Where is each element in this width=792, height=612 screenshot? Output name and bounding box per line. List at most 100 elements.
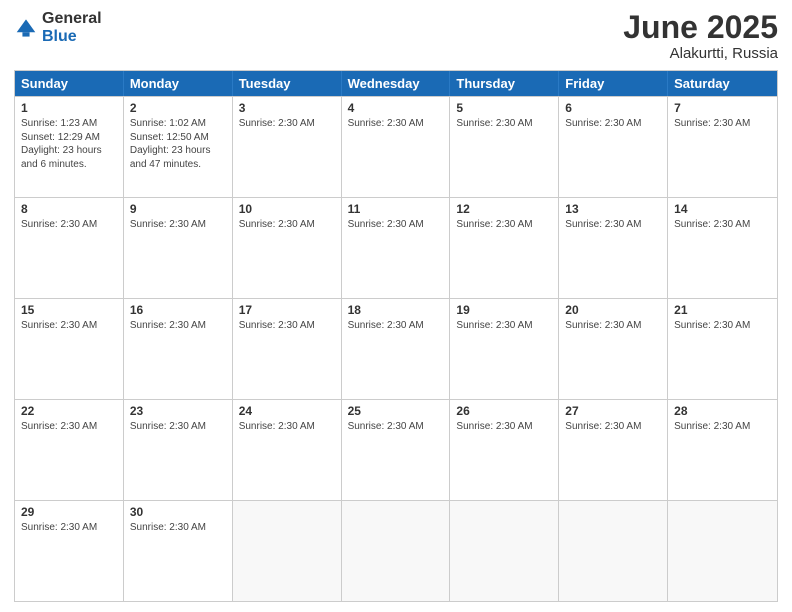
day-number: 10 <box>239 202 335 216</box>
day-info: Sunrise: 2:30 AM <box>348 118 424 129</box>
day-number: 5 <box>456 101 552 115</box>
day-info: Sunrise: 2:30 AM <box>348 421 424 432</box>
day-info: Sunrise: 2:30 AM <box>21 219 97 230</box>
calendar-body: 1Sunrise: 1:23 AM Sunset: 12:29 AM Dayli… <box>15 96 777 601</box>
day-info: Sunrise: 2:30 AM <box>674 219 750 230</box>
cal-cell-19: 20 Sunrise: 2:30 AM <box>559 299 668 399</box>
day-number: 19 <box>456 303 552 317</box>
day-number: 12 <box>456 202 552 216</box>
day-info: Sunrise: 2:30 AM <box>239 219 315 230</box>
day-number: 29 <box>21 505 117 519</box>
day-number: 22 <box>21 404 117 418</box>
cal-cell-24: 25 Sunrise: 2:30 AM <box>342 400 451 500</box>
day-info: Sunrise: 2:30 AM <box>456 421 532 432</box>
cal-cell-8: 9 Sunrise: 2:30 AM <box>124 198 233 298</box>
day-info: Sunrise: 2:30 AM <box>674 118 750 129</box>
day-number: 28 <box>674 404 771 418</box>
day-number: 21 <box>674 303 771 317</box>
logo-line1: General <box>42 10 102 28</box>
cal-cell-25: 26 Sunrise: 2:30 AM <box>450 400 559 500</box>
cal-cell-11: 12 Sunrise: 2:30 AM <box>450 198 559 298</box>
cal-cell-13: 14 Sunrise: 2:30 AM <box>668 198 777 298</box>
day-number: 14 <box>674 202 771 216</box>
cal-cell-4: 5 Sunrise: 2:30 AM <box>450 97 559 197</box>
cal-cell-3: 4 Sunrise: 2:30 AM <box>342 97 451 197</box>
day-info: Sunrise: 2:30 AM <box>130 421 206 432</box>
day-info: Sunrise: 2:30 AM <box>565 421 641 432</box>
title-location: Alakurtti, Russia <box>623 45 778 62</box>
cal-cell-18: 19Sunrise: 2:30 AM <box>450 299 559 399</box>
title-month: June 2025 <box>623 10 778 45</box>
cal-cell-12: 13 Sunrise: 2:30 AM <box>559 198 668 298</box>
day-number: 17 <box>239 303 335 317</box>
day-info: Sunrise: 2:30 AM <box>565 320 641 331</box>
header-saturday: Saturday <box>668 71 777 96</box>
cal-cell-26: 27 Sunrise: 2:30 AM <box>559 400 668 500</box>
day-info: Sunrise: 2:30 AM <box>456 219 532 230</box>
day-number: 9 <box>130 202 226 216</box>
day-number: 23 <box>130 404 226 418</box>
title-block: June 2025 Alakurtti, Russia <box>623 10 778 62</box>
day-info: Sunrise: 1:23 AM Sunset: 12:29 AM Daylig… <box>21 118 102 170</box>
cal-cell-21: 22 Sunrise: 2:30 AM <box>15 400 124 500</box>
day-number: 11 <box>348 202 444 216</box>
week-row-5: 29 Sunrise: 2:30 AM 30Sunrise: 2:30 AM <box>15 500 777 601</box>
day-number: 25 <box>348 404 444 418</box>
day-number: 16 <box>130 303 226 317</box>
cal-cell-33 <box>559 501 668 601</box>
cal-cell-34 <box>668 501 777 601</box>
week-row-4: 22Sunrise: 2:30 AM23Sunrise: 2:30 AM24Su… <box>15 399 777 500</box>
day-info: Sunrise: 2:30 AM <box>21 421 97 432</box>
logo-line2: Blue <box>42 28 102 46</box>
cal-cell-30 <box>233 501 342 601</box>
cal-cell-2: 3Sunrise: 2:30 AM <box>233 97 342 197</box>
day-number: 7 <box>674 101 771 115</box>
header-monday: Monday <box>124 71 233 96</box>
day-info: Sunrise: 2:30 AM <box>21 320 97 331</box>
calendar: Sunday Monday Tuesday Wednesday Thursday… <box>14 70 778 602</box>
cal-cell-23: 24Sunrise: 2:30 AM <box>233 400 342 500</box>
page: General Blue June 2025 Alakurtti, Russia… <box>0 0 792 612</box>
day-info: Sunrise: 2:30 AM <box>456 118 532 129</box>
day-info: Sunrise: 2:30 AM <box>130 219 206 230</box>
day-info: Sunrise: 2:30 AM <box>565 118 641 129</box>
day-number: 2 <box>130 101 226 115</box>
day-number: 27 <box>565 404 661 418</box>
header: General Blue June 2025 Alakurtti, Russia <box>14 10 778 62</box>
logo: General Blue <box>14 10 102 45</box>
cal-cell-7: 8Sunrise: 2:30 AM <box>15 198 124 298</box>
cal-cell-29: 30Sunrise: 2:30 AM <box>124 501 233 601</box>
day-number: 4 <box>348 101 444 115</box>
cal-cell-17: 18 Sunrise: 2:30 AM <box>342 299 451 399</box>
day-info: Sunrise: 2:30 AM <box>239 118 315 129</box>
day-info: Sunrise: 2:30 AM <box>348 219 424 230</box>
header-thursday: Thursday <box>450 71 559 96</box>
cal-cell-0: 1Sunrise: 1:23 AM Sunset: 12:29 AM Dayli… <box>15 97 124 197</box>
cal-cell-15: 16 Sunrise: 2:30 AM <box>124 299 233 399</box>
cal-cell-28: 29 Sunrise: 2:30 AM <box>15 501 124 601</box>
header-friday: Friday <box>559 71 668 96</box>
calendar-header: Sunday Monday Tuesday Wednesday Thursday… <box>15 71 777 96</box>
cal-cell-31 <box>342 501 451 601</box>
cal-cell-20: 21Sunrise: 2:30 AM <box>668 299 777 399</box>
cal-cell-22: 23 Sunrise: 2:30 AM <box>124 400 233 500</box>
day-number: 20 <box>565 303 661 317</box>
day-info: Sunrise: 2:30 AM <box>674 421 750 432</box>
logo-icon <box>14 18 38 38</box>
cal-cell-32 <box>450 501 559 601</box>
day-number: 26 <box>456 404 552 418</box>
week-row-3: 15Sunrise: 2:30 AM16Sunrise: 2:30 AM17Su… <box>15 298 777 399</box>
day-info: Sunrise: 2:30 AM <box>130 320 206 331</box>
day-info: Sunrise: 2:30 AM <box>239 320 315 331</box>
cal-cell-27: 28 Sunrise: 2:30 AM <box>668 400 777 500</box>
cal-cell-16: 17 Sunrise: 2:30 AM <box>233 299 342 399</box>
day-info: Sunrise: 2:30 AM <box>239 421 315 432</box>
day-number: 18 <box>348 303 444 317</box>
day-info: Sunrise: 2:30 AM <box>21 522 97 533</box>
week-row-1: 1Sunrise: 1:23 AM Sunset: 12:29 AM Dayli… <box>15 96 777 197</box>
day-number: 13 <box>565 202 661 216</box>
cal-cell-1: 2Sunrise: 1:02 AM Sunset: 12:50 AM Dayli… <box>124 97 233 197</box>
day-info: Sunrise: 2:30 AM <box>348 320 424 331</box>
cal-cell-5: 6Sunrise: 2:30 AM <box>559 97 668 197</box>
day-info: Sunrise: 2:30 AM <box>565 219 641 230</box>
